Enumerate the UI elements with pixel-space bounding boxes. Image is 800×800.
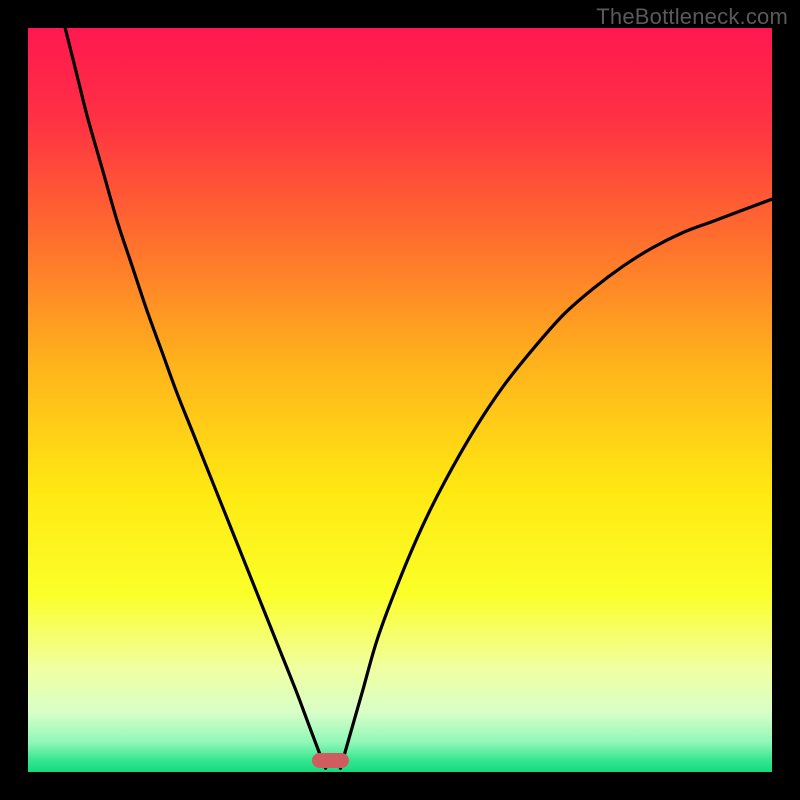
watermark-text: TheBottleneck.com	[596, 4, 788, 30]
curve-left-branch	[65, 28, 325, 768]
optimum-marker	[312, 753, 349, 768]
curve-right-branch	[340, 199, 772, 768]
plot-area	[28, 28, 772, 772]
chart-frame: TheBottleneck.com	[0, 0, 800, 800]
bottleneck-curve	[28, 28, 772, 772]
